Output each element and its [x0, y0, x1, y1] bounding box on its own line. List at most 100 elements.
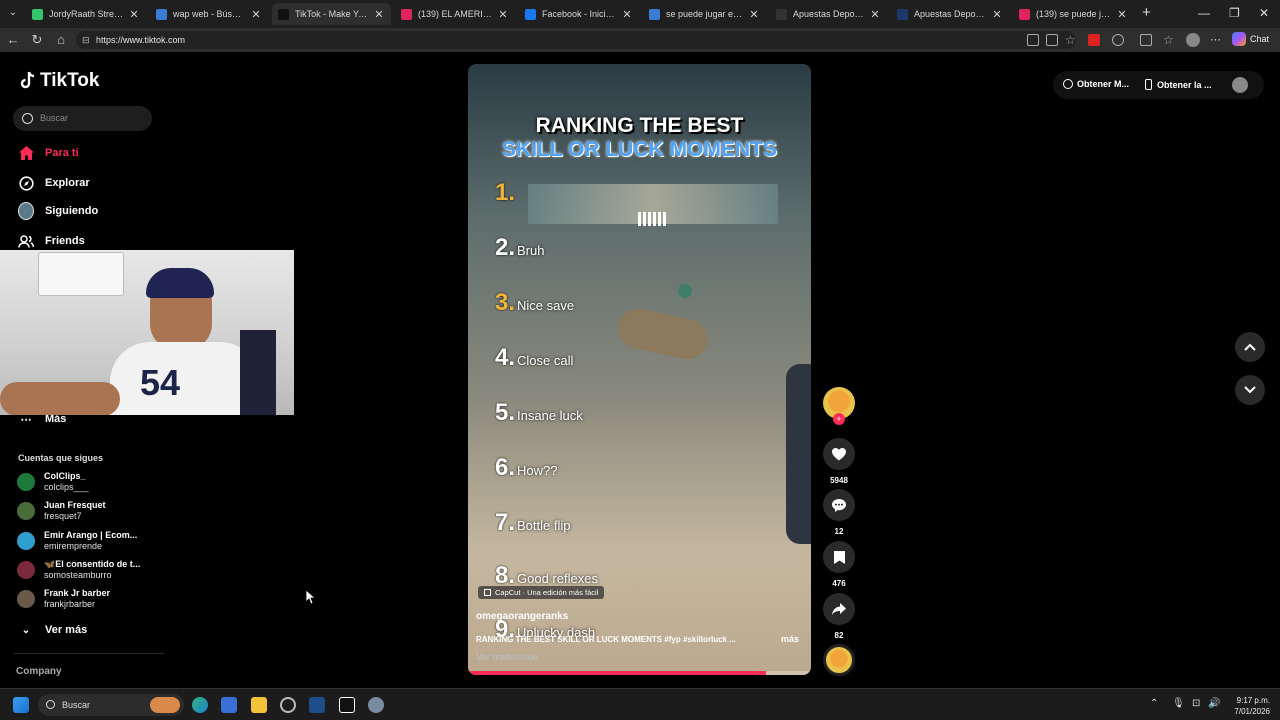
- tab-close-icon[interactable]: ✕: [497, 8, 509, 21]
- nav-friends[interactable]: Friends: [18, 233, 85, 249]
- get-app-button[interactable]: Obtener la ...: [1145, 79, 1212, 90]
- url-input[interactable]: ⊟ https://www.tiktok.com: [76, 31, 1076, 49]
- nav-siguiendo[interactable]: Siguiendo: [18, 202, 98, 220]
- widgets-icon[interactable]: [221, 697, 237, 713]
- tab-favicon: [278, 8, 289, 20]
- search-input[interactable]: Buscar: [13, 106, 152, 131]
- profile-avatar[interactable]: [1186, 33, 1200, 47]
- tab-actions-icon[interactable]: ⌄: [6, 7, 20, 21]
- sidebar-divider: [14, 653, 164, 654]
- network-icon[interactable]: ⊡: [1192, 698, 1200, 709]
- microphone-icon[interactable]: 🎙: [1172, 698, 1185, 709]
- settings-gear-icon[interactable]: [368, 697, 384, 713]
- browser-tab[interactable]: wap web - Búsqueda ✕: [150, 3, 268, 25]
- edge-browser-icon[interactable]: [192, 697, 208, 713]
- capcut-tag[interactable]: CapCut · Una edición más fácil: [478, 586, 605, 599]
- comment-button[interactable]: 12: [822, 489, 856, 536]
- tab-close-icon[interactable]: ✕: [748, 8, 760, 21]
- follow-plus-icon[interactable]: +: [833, 413, 845, 425]
- tab-close-icon[interactable]: ✕: [869, 8, 881, 21]
- refresh-extension-icon[interactable]: [1112, 34, 1124, 46]
- ranking-number: 2.: [495, 234, 516, 261]
- volume-icon[interactable]: 🔊: [1208, 698, 1220, 709]
- tab-title: TikTok - Make Your: [295, 9, 369, 19]
- more-description-link[interactable]: más: [781, 634, 799, 644]
- close-window-icon[interactable]: ✕: [1259, 6, 1269, 20]
- translate-icon[interactable]: [1046, 34, 1058, 46]
- copilot-chat-button[interactable]: Chat: [1232, 32, 1269, 46]
- settings-more-icon[interactable]: ⋯: [1210, 34, 1222, 46]
- windows-start-icon[interactable]: [13, 697, 29, 713]
- app-icon[interactable]: [1027, 34, 1039, 46]
- site-info-icon[interactable]: ⊟: [82, 31, 90, 49]
- creator-avatar-button[interactable]: +: [822, 387, 856, 425]
- tray-chevron-up-icon[interactable]: ⌃: [1150, 698, 1158, 709]
- new-tab-button[interactable]: +: [1142, 4, 1151, 21]
- browser-tab[interactable]: Apuestas Deportivas | C ✕: [891, 3, 1009, 25]
- following-item[interactable]: 🦋El consentido de t... somosteamburro: [17, 559, 140, 581]
- minimize-icon[interactable]: —: [1198, 6, 1210, 20]
- tiktok-logo[interactable]: TikTok: [18, 70, 99, 92]
- avatar: [17, 561, 35, 579]
- ranking-text: Insane luck: [517, 408, 583, 423]
- share-button[interactable]: 82: [822, 593, 856, 640]
- clock[interactable]: 9:17 p.m. 7/01/2026: [1224, 695, 1270, 717]
- following-item[interactable]: Juan Fresquet fresquet7: [17, 500, 106, 522]
- tab-close-icon[interactable]: ✕: [1116, 8, 1128, 21]
- capcut-app-icon[interactable]: [339, 697, 355, 713]
- following-item[interactable]: Frank Jr barber frankjrbarber: [17, 588, 110, 610]
- next-video-button[interactable]: [1235, 375, 1265, 405]
- steam-icon[interactable]: [309, 697, 325, 713]
- following-item[interactable]: ColClips_ colclips___: [17, 471, 89, 493]
- video-player[interactable]: RANKING THE BEST SKILL OR LUCK MOMENTS 1…: [468, 64, 811, 675]
- tab-close-icon[interactable]: ✕: [621, 8, 633, 21]
- browser-tab[interactable]: (139) se puede jugar en ✕: [1013, 3, 1134, 25]
- maximize-icon[interactable]: ❐: [1229, 6, 1240, 20]
- ranking-item: 6. How??: [495, 454, 557, 482]
- browser-tab[interactable]: se puede jugar en linea ✕: [643, 3, 766, 25]
- windows-taskbar: Buscar ⌃ 🎙 ⊡ 🔊 9:17 p.m. 7/01/2026: [0, 688, 1280, 720]
- browser-tab[interactable]: TikTok - Make Your ✕: [272, 3, 391, 25]
- browser-tab[interactable]: Facebook - Inicia sesión ✕: [519, 3, 639, 25]
- get-coins-button[interactable]: Obtener M...: [1063, 79, 1129, 89]
- user-avatar[interactable]: [1232, 77, 1248, 93]
- adblock-icon[interactable]: [1088, 34, 1100, 46]
- nav-explorar[interactable]: Explorar: [18, 175, 90, 191]
- following-avatar-icon: [18, 202, 34, 220]
- see-more-button[interactable]: ⌄ Ver más: [18, 622, 87, 638]
- save-button[interactable]: 476: [822, 541, 856, 588]
- favorite-star-icon[interactable]: ☆: [1065, 34, 1077, 46]
- chevron-up-icon: [1244, 343, 1256, 351]
- tab-close-icon[interactable]: ✕: [128, 8, 140, 21]
- browser-tab-bar: ⌄ JordyRaath Stream - Wi✕wap web - Búsqu…: [0, 0, 1280, 28]
- discord-icon[interactable]: [280, 697, 296, 713]
- nav-para-ti[interactable]: Para ti: [18, 145, 79, 161]
- following-item[interactable]: Emir Arango | Ecom... emiremprende: [17, 530, 137, 552]
- video-title-line2: SKILL OR LUCK MOMENTS: [502, 138, 777, 161]
- home-icon[interactable]: ⌂: [53, 32, 69, 48]
- see-translation-link[interactable]: Ver traducción: [476, 652, 539, 662]
- video-progress-bar[interactable]: [468, 671, 811, 675]
- ranking-number: 3.: [495, 289, 516, 316]
- reload-icon[interactable]: ↻: [29, 32, 45, 48]
- tab-close-icon[interactable]: ✕: [250, 8, 262, 21]
- browser-tab[interactable]: (139) EL AMERICANO 4! ✕: [395, 3, 515, 25]
- like-button[interactable]: 5948: [822, 438, 856, 485]
- browser-tab[interactable]: Apuestas Deportivas | C ✕: [770, 3, 887, 25]
- following-name: Juan Fresquet: [44, 500, 106, 510]
- browser-tab[interactable]: JordyRaath Stream - Wi ✕: [26, 3, 146, 25]
- ranking-item: 1.: [495, 179, 517, 207]
- extensions-icon[interactable]: [1140, 34, 1152, 46]
- favorites-icon[interactable]: ☆: [1163, 34, 1175, 46]
- company-link[interactable]: Company: [16, 666, 62, 677]
- tab-close-icon[interactable]: ✕: [373, 8, 385, 21]
- video-author[interactable]: omegaorangeranks: [476, 611, 568, 622]
- music-disc-button[interactable]: [822, 644, 856, 676]
- taskbar-search-input[interactable]: Buscar: [38, 694, 184, 716]
- back-icon[interactable]: ←: [5, 32, 21, 48]
- file-explorer-icon[interactable]: [251, 697, 267, 713]
- previous-video-button[interactable]: [1235, 332, 1265, 362]
- coin-icon: [1063, 79, 1073, 89]
- save-count: 476: [832, 579, 846, 588]
- tab-close-icon[interactable]: ✕: [991, 8, 1003, 21]
